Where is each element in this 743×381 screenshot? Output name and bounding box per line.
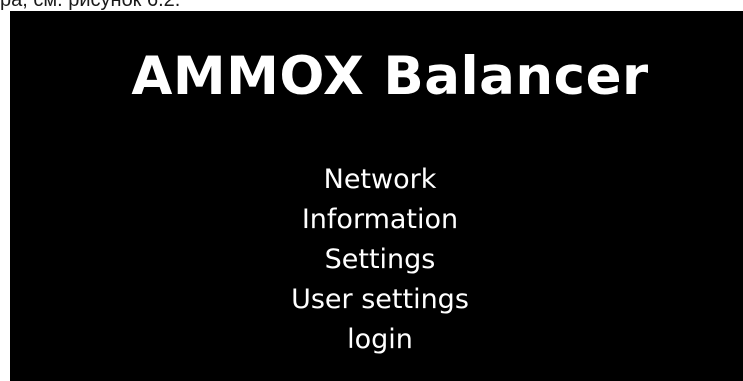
document-page: ра, см. рисунок 6.2. AMMOX Balancer Netw…	[0, 0, 743, 381]
menu-item-network[interactable]: Network	[10, 163, 743, 203]
device-screen: AMMOX Balancer Network Information Setti…	[10, 11, 743, 381]
menu-item-information[interactable]: Information	[10, 203, 743, 243]
menu-item-settings[interactable]: Settings	[10, 243, 743, 283]
menu-item-login[interactable]: login	[10, 323, 743, 363]
app-title: AMMOX Balancer	[131, 46, 649, 107]
main-menu: Network Information Settings User settin…	[10, 163, 743, 363]
menu-item-user-settings[interactable]: User settings	[10, 283, 743, 323]
